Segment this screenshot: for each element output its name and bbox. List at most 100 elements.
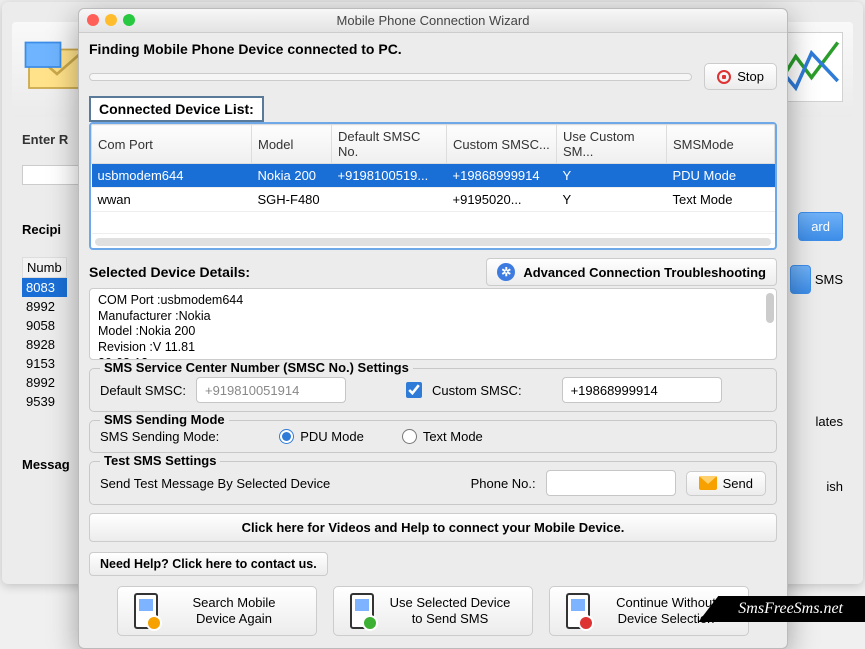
bg-number-row[interactable]: 9153: [22, 354, 67, 373]
cell-comport: usbmodem644: [92, 164, 252, 188]
table-row[interactable]: wwan SGH-F480 +9195020... Y Text Mode: [92, 188, 775, 212]
cell-use: Y: [557, 164, 667, 188]
cell-mode: Text Mode: [667, 188, 775, 212]
window-title: Mobile Phone Connection Wizard: [337, 13, 530, 28]
text-mode-radio[interactable]: Text Mode: [402, 429, 483, 444]
stop-button[interactable]: Stop: [704, 63, 777, 90]
bg-number-row[interactable]: 8083: [22, 278, 67, 297]
cell-comport: wwan: [92, 188, 252, 212]
contact-us-button[interactable]: Need Help? Click here to contact us.: [89, 552, 328, 576]
table-header-row: Com Port Model Default SMSC No. Custom S…: [92, 125, 775, 164]
pdu-mode-radio[interactable]: PDU Mode: [279, 429, 364, 444]
vertical-scrollbar[interactable]: [766, 293, 774, 323]
text-radio-input[interactable]: [402, 429, 417, 444]
use-device-label: Use Selected Deviceto Send SMS: [384, 595, 516, 628]
bg-enter-label: Enter R: [22, 132, 82, 147]
bg-number-row[interactable]: 9058: [22, 316, 67, 335]
table-row[interactable]: [92, 212, 775, 234]
connected-device-list-label: Connected Device List:: [89, 96, 264, 122]
default-smsc-input[interactable]: [196, 377, 346, 403]
stop-icon: [717, 70, 731, 84]
smsc-settings-group: SMS Service Center Number (SMSC No.) Set…: [89, 368, 777, 412]
horizontal-scrollbar[interactable]: [95, 238, 771, 246]
search-again-button[interactable]: Search MobileDevice Again: [117, 586, 317, 636]
table-row[interactable]: usbmodem644 Nokia 200 +9198100519... +19…: [92, 164, 775, 188]
phone-no-label: Phone No.:: [471, 476, 536, 491]
col-use-custom[interactable]: Use Custom SM...: [557, 125, 667, 164]
window-controls: [87, 14, 135, 26]
sending-mode-group: SMS Sending Mode SMS Sending Mode: PDU M…: [89, 420, 777, 453]
bg-numbers-header: Numb: [22, 257, 67, 278]
search-badge-icon: [146, 615, 162, 631]
cell-use: Y: [557, 188, 667, 212]
close-icon[interactable]: [87, 14, 99, 26]
bg-number-row[interactable]: 8928: [22, 335, 67, 354]
pdu-radio-input[interactable]: [279, 429, 294, 444]
cell-custom: +9195020...: [447, 188, 557, 212]
text-label: Text Mode: [423, 429, 483, 444]
search-again-label: Search MobileDevice Again: [168, 595, 300, 628]
test-msg-label: Send Test Message By Selected Device: [100, 476, 330, 491]
stop-label: Stop: [737, 69, 764, 84]
custom-smsc-input[interactable]: [562, 377, 722, 403]
advanced-troubleshooting-button[interactable]: ✲ Advanced Connection Troubleshooting: [486, 258, 777, 286]
bg-sms-label: SMS: [815, 272, 843, 287]
site-ribbon: SmsFreeSms.net: [698, 596, 865, 622]
cell-mode: PDU Mode: [667, 164, 775, 188]
progress-bar: [89, 73, 692, 81]
zoom-icon[interactable]: [123, 14, 135, 26]
col-model[interactable]: Model: [252, 125, 332, 164]
use-device-button[interactable]: Use Selected Deviceto Send SMS: [333, 586, 533, 636]
bg-number-row[interactable]: 8992: [22, 297, 67, 316]
bg-input-stub[interactable]: [22, 165, 82, 185]
default-smsc-label: Default SMSC:: [100, 383, 186, 398]
x-badge-icon: [578, 615, 594, 631]
bg-ish-label: ish: [790, 479, 843, 494]
test-legend: Test SMS Settings: [100, 453, 220, 468]
check-badge-icon: [362, 615, 378, 631]
bg-number-row[interactable]: 8992: [22, 373, 67, 392]
help-videos-button[interactable]: Click here for Videos and Help to connec…: [89, 513, 777, 542]
pdu-label: PDU Mode: [300, 429, 364, 444]
bg-recip-label: Recipi: [22, 222, 61, 237]
sending-legend: SMS Sending Mode: [100, 412, 229, 427]
detail-line: COM Port :usbmodem644: [98, 293, 768, 309]
custom-smsc-label: Custom SMSC:: [432, 383, 522, 398]
col-custom-smsc[interactable]: Custom SMSC...: [447, 125, 557, 164]
cell-model: SGH-F480: [252, 188, 332, 212]
device-details-textarea[interactable]: COM Port :usbmodem644 Manufacturer :Noki…: [89, 288, 777, 360]
detail-line: Manufacturer :Nokia: [98, 309, 768, 325]
detail-line: Revision :V 11.81: [98, 340, 768, 356]
col-default-smsc[interactable]: Default SMSC No.: [332, 125, 447, 164]
mail-icon: [699, 476, 717, 490]
bg-lates-label: lates: [790, 414, 843, 429]
custom-smsc-checkbox[interactable]: [406, 382, 422, 398]
col-comport[interactable]: Com Port: [92, 125, 252, 164]
bg-number-row[interactable]: 9539: [22, 392, 67, 411]
bg-message-label: Messag: [22, 457, 70, 472]
send-label: Send: [723, 476, 753, 491]
bg-ard-button[interactable]: ard: [798, 212, 843, 241]
adv-btn-label: Advanced Connection Troubleshooting: [523, 265, 766, 280]
phone-no-input[interactable]: [546, 470, 676, 496]
selected-device-details-label: Selected Device Details:: [89, 264, 250, 280]
connection-wizard-modal: Mobile Phone Connection Wizard Finding M…: [78, 8, 788, 649]
bg-sms-tag: [790, 265, 812, 294]
cell-custom: +19868999914: [447, 164, 557, 188]
finding-title: Finding Mobile Phone Device connected to…: [89, 41, 402, 57]
device-table[interactable]: Com Port Model Default SMSC No. Custom S…: [89, 122, 777, 250]
test-sms-group: Test SMS Settings Send Test Message By S…: [89, 461, 777, 505]
cell-default: [332, 188, 447, 212]
bg-numbers-list: Numb 8083 8992 9058 8928 9153 8992 9539: [22, 257, 67, 411]
smsc-legend: SMS Service Center Number (SMSC No.) Set…: [100, 360, 413, 375]
detail-line: Model :Nokia 200: [98, 324, 768, 340]
bg-left-labels: Enter R: [22, 132, 82, 185]
titlebar: Mobile Phone Connection Wizard: [79, 9, 787, 33]
cell-model: Nokia 200: [252, 164, 332, 188]
gear-icon: ✲: [497, 263, 515, 281]
minimize-icon[interactable]: [105, 14, 117, 26]
sending-mode-label: SMS Sending Mode:: [100, 429, 219, 444]
send-button[interactable]: Send: [686, 471, 766, 496]
bg-right-stubs: ard SMS lates ish: [790, 212, 843, 518]
col-smsmode[interactable]: SMSMode: [667, 125, 775, 164]
